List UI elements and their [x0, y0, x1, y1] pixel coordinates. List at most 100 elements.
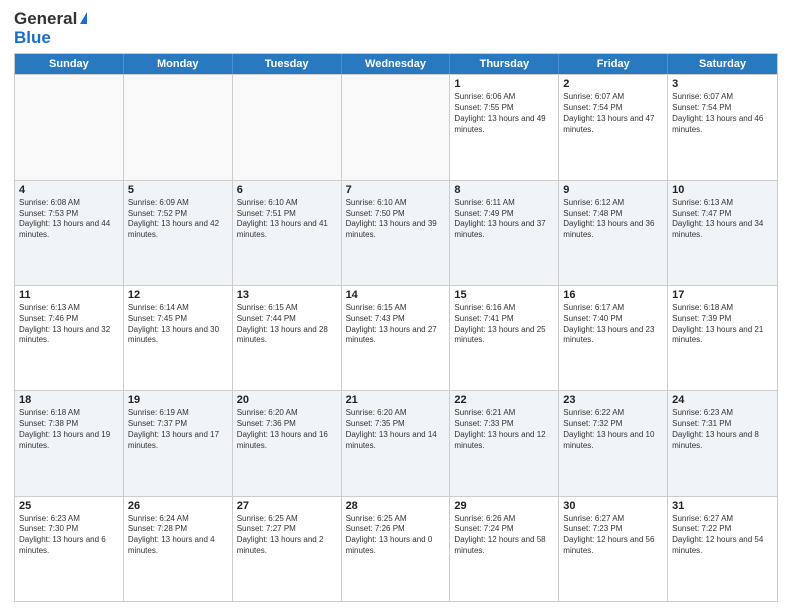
- calendar-day: 31Sunrise: 6:27 AMSunset: 7:22 PMDayligh…: [668, 497, 777, 601]
- calendar-day: 9 Sunrise: 6:12 AMSunset: 7:48 PMDaylight…: [559, 181, 668, 285]
- day-info: Sunrise: 6:26 AMSunset: 7:24 PMDaylight:…: [454, 514, 554, 557]
- calendar-week: 4 Sunrise: 6:08 AMSunset: 7:53 PMDaylight…: [15, 180, 777, 285]
- day-number: 10: [672, 184, 773, 196]
- calendar-week: 25 Sunrise: 6:23 AMSunset: 7:30 PMDayligh…: [15, 496, 777, 601]
- day-info: Sunrise: 6:25 AMSunset: 7:26 PMDaylight:…: [346, 514, 446, 557]
- day-info: Sunrise: 6:25 AMSunset: 7:27 PMDaylight:…: [237, 514, 337, 557]
- day-info: Sunrise: 6:09 AMSunset: 7:52 PMDaylight:…: [128, 198, 228, 241]
- calendar-day: 10 Sunrise: 6:13 AMSunset: 7:47 PMDayligh…: [668, 181, 777, 285]
- calendar-day: 21 Sunrise: 6:20 AMSunset: 7:35 PMDayligh…: [342, 391, 451, 495]
- calendar-header: SundayMondayTuesdayWednesdayThursdayFrid…: [15, 54, 777, 74]
- day-info: Sunrise: 6:24 AMSunset: 7:28 PMDaylight:…: [128, 514, 228, 557]
- day-number: 3: [672, 78, 773, 90]
- day-info: Sunrise: 6:19 AMSunset: 7:37 PMDaylight:…: [128, 408, 228, 451]
- calendar-day: 14 Sunrise: 6:15 AMSunset: 7:43 PMDayligh…: [342, 286, 451, 390]
- day-number: 7: [346, 184, 446, 196]
- day-number: 24: [672, 394, 773, 406]
- calendar-day: 29 Sunrise: 6:26 AMSunset: 7:24 PMDayligh…: [450, 497, 559, 601]
- day-number: 13: [237, 289, 337, 301]
- day-number: 22: [454, 394, 554, 406]
- day-number: 17: [672, 289, 773, 301]
- day-info: Sunrise: 6:18 AMSunset: 7:39 PMDaylight:…: [672, 303, 773, 346]
- day-number: 30: [563, 500, 663, 512]
- day-number: 26: [128, 500, 228, 512]
- weekday-header: Monday: [124, 54, 233, 74]
- calendar-day: 4 Sunrise: 6:08 AMSunset: 7:53 PMDaylight…: [15, 181, 124, 285]
- calendar-day: 13 Sunrise: 6:15 AMSunset: 7:44 PMDayligh…: [233, 286, 342, 390]
- day-info: Sunrise: 6:23 AMSunset: 7:30 PMDaylight:…: [19, 514, 119, 557]
- day-info: Sunrise: 6:22 AMSunset: 7:32 PMDaylight:…: [563, 408, 663, 451]
- calendar-day: 19Sunrise: 6:19 AMSunset: 7:37 PMDayligh…: [124, 391, 233, 495]
- day-info: Sunrise: 6:10 AMSunset: 7:51 PMDaylight:…: [237, 198, 337, 241]
- day-info: Sunrise: 6:13 AMSunset: 7:46 PMDaylight:…: [19, 303, 119, 346]
- calendar-day: 25 Sunrise: 6:23 AMSunset: 7:30 PMDayligh…: [15, 497, 124, 601]
- day-number: 9: [563, 184, 663, 196]
- calendar-day: 1 Sunrise: 6:06 AMSunset: 7:55 PMDaylight…: [450, 75, 559, 179]
- day-info: Sunrise: 6:21 AMSunset: 7:33 PMDaylight:…: [454, 408, 554, 451]
- weekday-header: Thursday: [450, 54, 559, 74]
- weekday-header: Friday: [559, 54, 668, 74]
- weekday-header: Saturday: [668, 54, 777, 74]
- day-number: 20: [237, 394, 337, 406]
- day-number: 6: [237, 184, 337, 196]
- day-info: Sunrise: 6:06 AMSunset: 7:55 PMDaylight:…: [454, 92, 554, 135]
- day-number: 15: [454, 289, 554, 301]
- calendar-day: 11 Sunrise: 6:13 AMSunset: 7:46 PMDayligh…: [15, 286, 124, 390]
- day-number: 5: [128, 184, 228, 196]
- day-info: Sunrise: 6:16 AMSunset: 7:41 PMDaylight:…: [454, 303, 554, 346]
- day-number: 18: [19, 394, 119, 406]
- calendar-day: 15 Sunrise: 6:16 AMSunset: 7:41 PMDayligh…: [450, 286, 559, 390]
- weekday-header: Wednesday: [342, 54, 451, 74]
- logo-area: General Blue: [14, 10, 87, 47]
- calendar-day: 12 Sunrise: 6:14 AMSunset: 7:45 PMDayligh…: [124, 286, 233, 390]
- calendar-day: 17 Sunrise: 6:18 AMSunset: 7:39 PMDayligh…: [668, 286, 777, 390]
- day-number: 27: [237, 500, 337, 512]
- day-number: 21: [346, 394, 446, 406]
- header: General Blue: [14, 10, 778, 47]
- page: General Blue SundayMondayTuesdayWednesda…: [0, 0, 792, 612]
- day-info: Sunrise: 6:20 AMSunset: 7:35 PMDaylight:…: [346, 408, 446, 451]
- calendar-week: 18 Sunrise: 6:18 AMSunset: 7:38 PMDayligh…: [15, 390, 777, 495]
- day-info: Sunrise: 6:15 AMSunset: 7:44 PMDaylight:…: [237, 303, 337, 346]
- calendar-day: 20 Sunrise: 6:20 AMSunset: 7:36 PMDayligh…: [233, 391, 342, 495]
- day-info: Sunrise: 6:11 AMSunset: 7:49 PMDaylight:…: [454, 198, 554, 241]
- day-info: Sunrise: 6:08 AMSunset: 7:53 PMDaylight:…: [19, 198, 119, 241]
- day-info: Sunrise: 6:27 AMSunset: 7:23 PMDaylight:…: [563, 514, 663, 557]
- calendar-week: 1 Sunrise: 6:06 AMSunset: 7:55 PMDaylight…: [15, 74, 777, 179]
- day-info: Sunrise: 6:15 AMSunset: 7:43 PMDaylight:…: [346, 303, 446, 346]
- calendar-day: 24 Sunrise: 6:23 AMSunset: 7:31 PMDayligh…: [668, 391, 777, 495]
- day-number: 2: [563, 78, 663, 90]
- calendar-body: 1 Sunrise: 6:06 AMSunset: 7:55 PMDaylight…: [15, 74, 777, 601]
- day-info: Sunrise: 6:17 AMSunset: 7:40 PMDaylight:…: [563, 303, 663, 346]
- calendar-day: 23Sunrise: 6:22 AMSunset: 7:32 PMDayligh…: [559, 391, 668, 495]
- day-number: 11: [19, 289, 119, 301]
- calendar-day: 27 Sunrise: 6:25 AMSunset: 7:27 PMDayligh…: [233, 497, 342, 601]
- day-info: Sunrise: 6:13 AMSunset: 7:47 PMDaylight:…: [672, 198, 773, 241]
- day-number: 29: [454, 500, 554, 512]
- day-info: Sunrise: 6:12 AMSunset: 7:48 PMDaylight:…: [563, 198, 663, 241]
- weekday-header: Tuesday: [233, 54, 342, 74]
- empty-cell: [124, 75, 233, 179]
- day-info: Sunrise: 6:18 AMSunset: 7:38 PMDaylight:…: [19, 408, 119, 451]
- calendar-day: 26 Sunrise: 6:24 AMSunset: 7:28 PMDayligh…: [124, 497, 233, 601]
- calendar-day: 6 Sunrise: 6:10 AMSunset: 7:51 PMDaylight…: [233, 181, 342, 285]
- calendar-day: 16Sunrise: 6:17 AMSunset: 7:40 PMDayligh…: [559, 286, 668, 390]
- day-number: 8: [454, 184, 554, 196]
- day-number: 25: [19, 500, 119, 512]
- calendar: SundayMondayTuesdayWednesdayThursdayFrid…: [14, 53, 778, 602]
- day-info: Sunrise: 6:07 AMSunset: 7:54 PMDaylight:…: [672, 92, 773, 135]
- day-number: 1: [454, 78, 554, 90]
- calendar-day: 7Sunrise: 6:10 AMSunset: 7:50 PMDaylight…: [342, 181, 451, 285]
- day-number: 14: [346, 289, 446, 301]
- calendar-day: 2 Sunrise: 6:07 AMSunset: 7:54 PMDaylight…: [559, 75, 668, 179]
- day-info: Sunrise: 6:23 AMSunset: 7:31 PMDaylight:…: [672, 408, 773, 451]
- day-info: Sunrise: 6:07 AMSunset: 7:54 PMDaylight:…: [563, 92, 663, 135]
- day-number: 4: [19, 184, 119, 196]
- day-info: Sunrise: 6:20 AMSunset: 7:36 PMDaylight:…: [237, 408, 337, 451]
- day-number: 12: [128, 289, 228, 301]
- day-info: Sunrise: 6:14 AMSunset: 7:45 PMDaylight:…: [128, 303, 228, 346]
- day-info: Sunrise: 6:27 AMSunset: 7:22 PMDaylight:…: [672, 514, 773, 557]
- empty-cell: [233, 75, 342, 179]
- calendar-day: 18 Sunrise: 6:18 AMSunset: 7:38 PMDayligh…: [15, 391, 124, 495]
- weekday-header: Sunday: [15, 54, 124, 74]
